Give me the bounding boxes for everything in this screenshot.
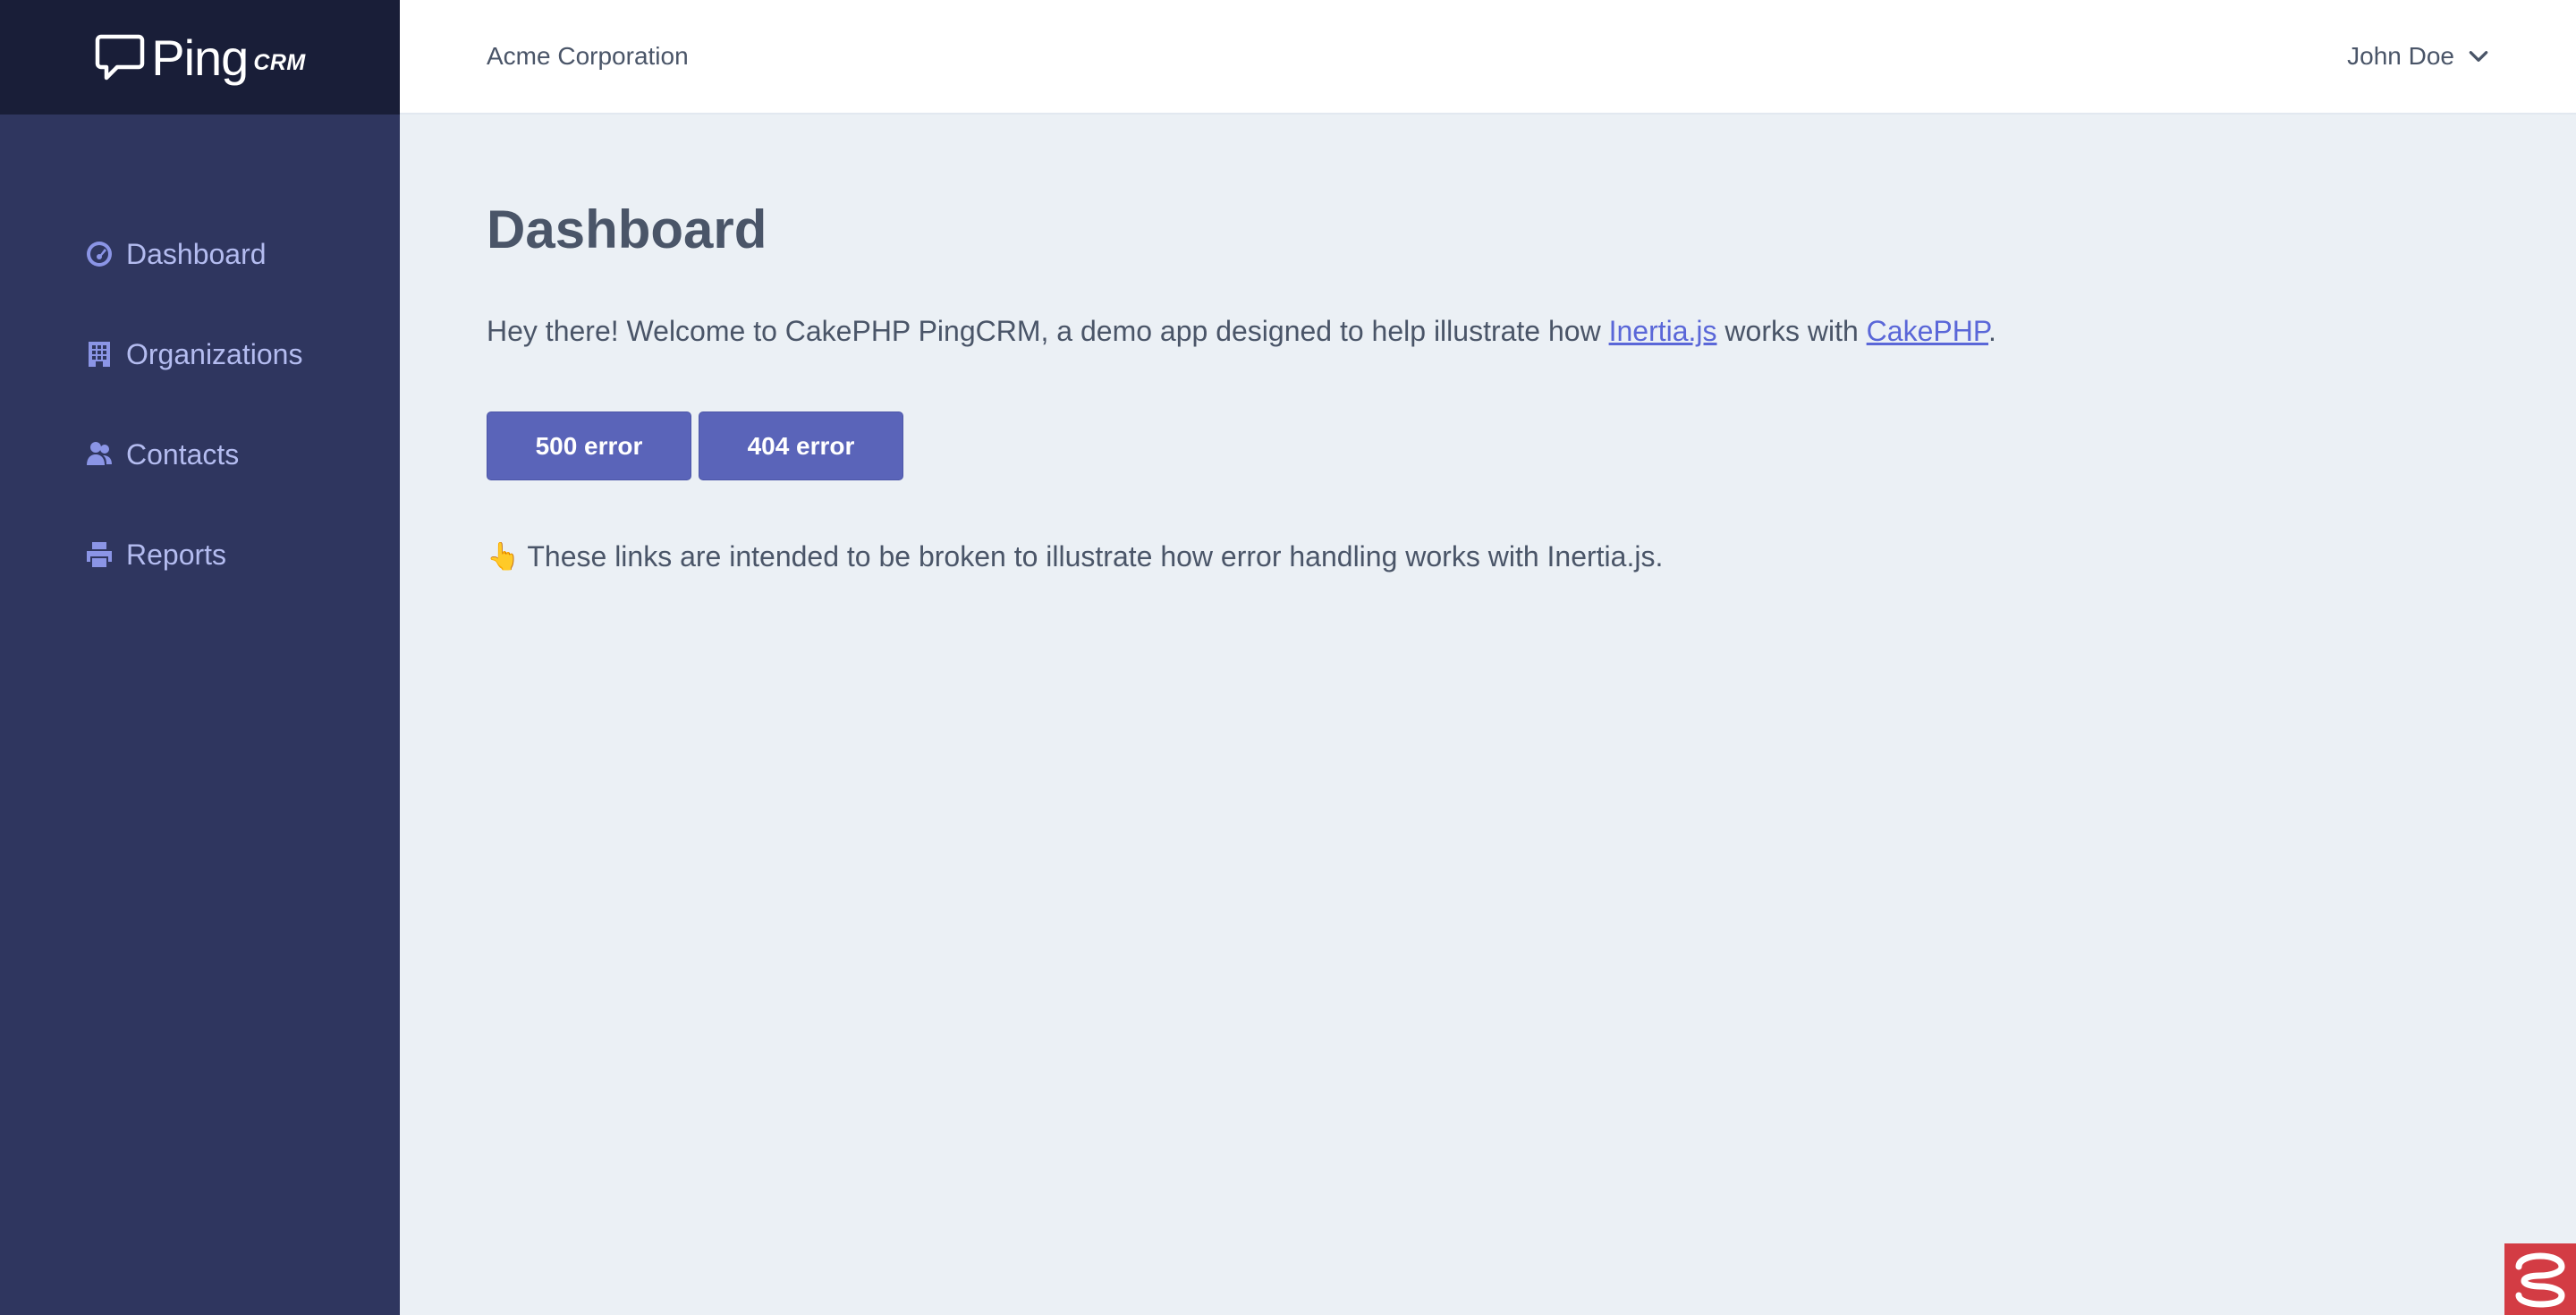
organization-name: Acme Corporation: [487, 42, 689, 70]
main-content: Dashboard Hey there! Welcome to CakePHP …: [400, 116, 2576, 1315]
page-title: Dashboard: [487, 199, 767, 259]
sidebar-item-reports[interactable]: Reports: [0, 505, 400, 605]
intro-text-middle: works with: [1716, 315, 1867, 347]
sidebar: Dashboard Organizations Contacts Reports: [0, 115, 400, 1315]
inertia-link[interactable]: Inertia.js: [1609, 315, 1717, 347]
cakephp-logo-icon: [2515, 1252, 2565, 1308]
error-note-text: These links are intended to be broken to…: [527, 540, 1664, 573]
debug-kit-badge[interactable]: [2504, 1243, 2576, 1315]
sidebar-item-label: Reports: [126, 538, 227, 571]
intro-text-after: .: [1988, 315, 1996, 347]
pointing-up-icon: 👆: [487, 542, 521, 572]
intro-text: Hey there! Welcome to CakePHP PingCRM, a…: [487, 315, 1996, 348]
users-icon: [87, 442, 112, 465]
cakephp-link[interactable]: CakePHP: [1867, 315, 1988, 347]
logo-suffix: CRM: [253, 49, 306, 75]
sidebar-item-dashboard[interactable]: Dashboard: [0, 204, 400, 304]
user-name: John Doe: [2347, 42, 2454, 70]
sidebar-item-organizations[interactable]: Organizations: [0, 304, 400, 404]
error-note: 👆 These links are intended to be broken …: [487, 540, 1663, 573]
error-buttons: 500 error 404 error: [487, 411, 903, 480]
sidebar-item-label: Organizations: [126, 337, 303, 370]
top-bar: Acme Corporation John Doe: [400, 0, 2576, 115]
sidebar-item-label: Contacts: [126, 437, 240, 471]
intro-text-before: Hey there! Welcome to CakePHP PingCRM, a…: [487, 315, 1609, 347]
building-icon: [89, 342, 110, 367]
user-menu-button[interactable]: John Doe: [2347, 42, 2490, 71]
dashboard-icon: [87, 242, 112, 267]
app-logo[interactable]: Ping CRM: [94, 29, 306, 87]
printer-icon: [87, 542, 112, 567]
sidebar-item-label: Dashboard: [126, 237, 267, 270]
error-500-button[interactable]: 500 error: [487, 411, 691, 480]
logo-area[interactable]: Ping CRM: [0, 0, 400, 115]
chevron-down-icon: [2469, 51, 2488, 62]
speech-bubble-icon: [95, 34, 145, 81]
sidebar-item-contacts[interactable]: Contacts: [0, 404, 400, 505]
error-404-button[interactable]: 404 error: [699, 411, 903, 480]
logo-wordmark: Ping: [151, 29, 249, 86]
